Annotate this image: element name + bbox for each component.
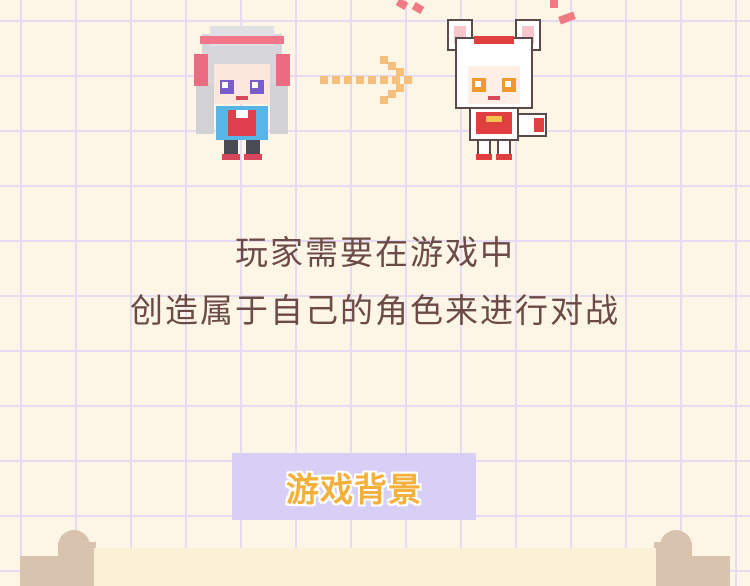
intro-line-1: 玩家需要在游戏中 (235, 233, 515, 272)
dotted-right-arrow-icon (320, 56, 412, 104)
intro-line-2: 创造属于自己的角色来进行对战 (130, 291, 620, 330)
fox-girl-pixel-icon (447, 19, 547, 160)
headphone-girl-pixel-icon (194, 26, 290, 160)
game-background-label: 游戏背景 (286, 469, 422, 509)
scroll-banner (20, 530, 730, 586)
game-background-button[interactable]: 游戏背景 (232, 453, 476, 520)
